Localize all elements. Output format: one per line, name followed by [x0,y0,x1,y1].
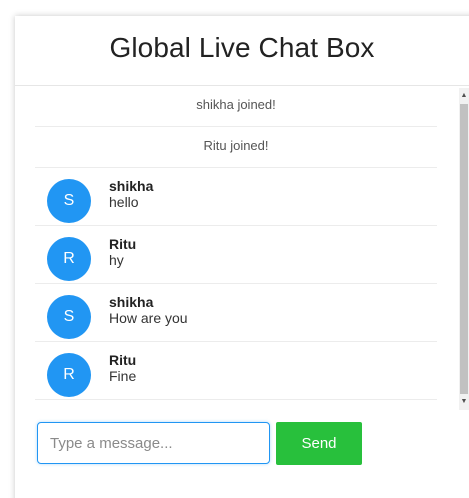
system-message: shikha joined! [35,86,437,127]
send-button[interactable]: Send [276,422,362,465]
page: Global Live Chat Box shikha joined! Ritu… [0,0,469,498]
message-text: hy [109,252,124,268]
message-username: Ritu [109,352,137,368]
message-body: shikha How are you [109,295,188,327]
avatar: R [47,237,91,281]
message-text: hello [109,194,139,210]
chat-header: Global Live Chat Box [15,16,469,86]
message-list[interactable]: shikha joined! Ritu joined! S shikha hel… [15,86,469,412]
message-username: shikha [109,178,154,194]
chat-message: S shikha How are you [35,284,437,342]
chat-message: R Ritu Fine [35,342,437,400]
message-text: Fine [109,368,137,384]
chat-box: Global Live Chat Box shikha joined! Ritu… [15,16,469,498]
system-message: Ritu joined! [35,127,437,168]
message-text: How are you [109,310,188,326]
message-body: Ritu hy [109,237,136,269]
scroll-up-arrow-icon[interactable]: ▲ [459,91,469,101]
avatar: R [47,353,91,397]
avatar: S [47,295,91,339]
scroll-down-arrow-icon[interactable]: ▼ [459,397,469,407]
message-body: shikha hello [109,179,153,211]
avatar: S [47,179,91,223]
message-username: shikha [109,294,154,310]
message-scrollbar[interactable]: ▲ ▼ [459,88,469,410]
chat-message: S shikha hello [35,168,437,226]
chat-title: Global Live Chat Box [109,32,375,63]
message-body: Ritu Fine [109,353,136,385]
scrollbar-thumb[interactable] [460,104,468,394]
chat-message: R Ritu hy [35,226,437,284]
message-composer: Send [15,420,469,470]
message-input[interactable] [37,422,270,464]
message-username: Ritu [109,236,137,252]
